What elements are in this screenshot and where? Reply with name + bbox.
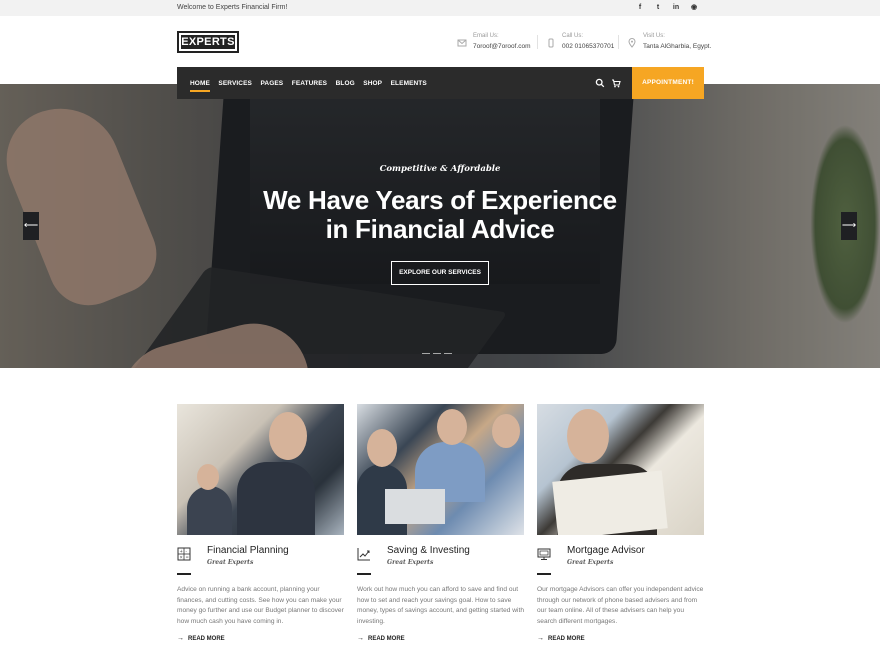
search-icon[interactable]: [595, 78, 605, 88]
read-more-link[interactable]: → READ MORE: [177, 635, 344, 642]
svg-text:+: +: [180, 549, 183, 554]
chart-icon: [357, 548, 370, 561]
svg-text:-: -: [186, 549, 188, 554]
service-description: Our mortgage Advisors can offer you inde…: [537, 586, 704, 625]
service-divider: [357, 573, 371, 575]
monitor-icon: [537, 548, 551, 560]
service-title[interactable]: Financial Planning: [207, 545, 289, 556]
service-image[interactable]: [537, 404, 704, 535]
phone-icon: [548, 38, 554, 48]
service-tag: Great Experts: [567, 559, 614, 566]
contact-email: Email Us: 7oroof@7oroof.com: [457, 32, 531, 52]
logo-text: EXPERTS: [181, 35, 235, 49]
service-tag: Great Experts: [207, 559, 254, 566]
slider-dot[interactable]: [444, 353, 452, 354]
service-title[interactable]: Saving & Investing: [387, 545, 470, 556]
welcome-text: Welcome to Experts Financial Firm!: [177, 4, 288, 11]
image-figure: [237, 462, 315, 535]
service-title[interactable]: Mortgage Advisor: [567, 545, 645, 556]
slider-dot[interactable]: [433, 353, 441, 354]
slider-prev-arrow-icon[interactable]: ⟵: [23, 212, 39, 240]
facebook-icon[interactable]: f: [631, 3, 649, 13]
slider-dot[interactable]: [422, 353, 430, 354]
contact-divider: [537, 35, 538, 49]
site-header: EXPERTS Email Us: 7oroof@7oroof.com Call…: [0, 16, 880, 67]
nav-item-elements[interactable]: ELEMENTS: [391, 80, 427, 87]
main-nav: HOME SERVICES PAGES FEATURES BLOG SHOP E…: [177, 67, 704, 99]
service-card: Saving & Investing Great Experts Work ou…: [357, 404, 524, 642]
service-divider: [177, 573, 191, 575]
service-header: Mortgage Advisor Great Experts: [537, 545, 704, 577]
linkedin-icon[interactable]: in: [667, 3, 685, 13]
hero-title-line: in Financial Advice: [325, 214, 555, 244]
svg-text:=: =: [186, 555, 189, 560]
service-card: + - × = Financial Planning Great Experts Ad…: [177, 404, 344, 642]
hero-title: We Have Years of Experience in Financial…: [0, 186, 880, 244]
arrow-right-icon: →: [357, 635, 364, 643]
slider-dots: [422, 353, 452, 354]
nav-links: HOME SERVICES PAGES FEATURES BLOG SHOP E…: [190, 67, 435, 99]
twitter-icon[interactable]: t: [649, 3, 667, 13]
service-description: Advice on running a bank account, planni…: [177, 586, 344, 625]
rss-icon[interactable]: ◉: [685, 3, 703, 13]
image-figure: [269, 412, 307, 460]
contact-phone-value[interactable]: 002 01065370701: [562, 41, 614, 52]
site-logo[interactable]: EXPERTS: [177, 31, 239, 53]
location-pin-icon: [628, 38, 636, 48]
nav-item-features[interactable]: FEATURES: [292, 80, 327, 87]
appointment-button[interactable]: APPOINTMENT!: [632, 67, 704, 99]
explore-services-button[interactable]: EXPLORE OUR SERVICES: [391, 261, 489, 285]
top-bar: Welcome to Experts Financial Firm! f t i…: [0, 0, 880, 16]
calculator-icon: + -× =: [177, 547, 191, 561]
read-more-link[interactable]: → READ MORE: [537, 635, 704, 642]
image-figure: [385, 489, 445, 524]
nav-item-shop[interactable]: SHOP: [363, 80, 382, 87]
slider-next-arrow-icon[interactable]: ⟶: [841, 212, 857, 240]
service-image[interactable]: [177, 404, 344, 535]
service-tag: Great Experts: [387, 559, 434, 566]
service-description: Work out how much you can afford to save…: [357, 586, 525, 625]
contact-email-value[interactable]: 7oroof@7oroof.com: [473, 41, 531, 52]
arrow-right-icon: →: [177, 635, 184, 643]
arrow-right-icon: →: [537, 635, 544, 643]
nav-item-blog[interactable]: BLOG: [336, 80, 355, 87]
image-figure: [567, 409, 609, 463]
contact-location-value: Tanta AlGharbia, Egypt.: [643, 43, 712, 50]
contact-location-label: Visit Us:: [643, 33, 665, 39]
hero-title-line: We Have Years of Experience: [263, 185, 617, 215]
read-more-link[interactable]: → READ MORE: [357, 635, 524, 642]
image-figure: [437, 409, 467, 445]
image-figure: [492, 414, 520, 448]
image-figure: [552, 470, 668, 535]
service-header: Saving & Investing Great Experts: [357, 545, 524, 577]
hero-subtitle: Competitive & Affordable: [379, 164, 501, 174]
read-more-label: READ MORE: [188, 635, 225, 642]
contact-phone: Call Us: 002 01065370701: [546, 32, 614, 52]
contact-email-label: Email Us:: [473, 33, 499, 39]
image-figure: [367, 429, 397, 467]
service-header: + - × = Financial Planning Great Experts: [177, 545, 344, 577]
nav-item-home[interactable]: HOME: [190, 80, 210, 92]
contact-phone-label: Call Us:: [562, 33, 584, 39]
contact-divider: [618, 35, 619, 49]
read-more-label: READ MORE: [548, 635, 585, 642]
service-image[interactable]: [357, 404, 524, 535]
svg-text:×: ×: [180, 555, 183, 560]
service-divider: [537, 573, 551, 575]
nav-item-services[interactable]: SERVICES: [218, 80, 252, 87]
read-more-label: READ MORE: [368, 635, 405, 642]
service-card: Mortgage Advisor Great Experts Our mortg…: [537, 404, 704, 642]
image-figure: [197, 464, 219, 490]
contact-location: Visit Us: Tanta AlGharbia, Egypt.: [627, 32, 711, 52]
envelope-icon: [457, 39, 467, 47]
hero-slider: Competitive & Affordable We Have Years o…: [0, 84, 880, 368]
cart-icon[interactable]: [611, 78, 621, 88]
image-figure: [187, 486, 232, 535]
social-links: f t in ◉: [631, 3, 703, 13]
nav-item-pages[interactable]: PAGES: [260, 80, 283, 87]
